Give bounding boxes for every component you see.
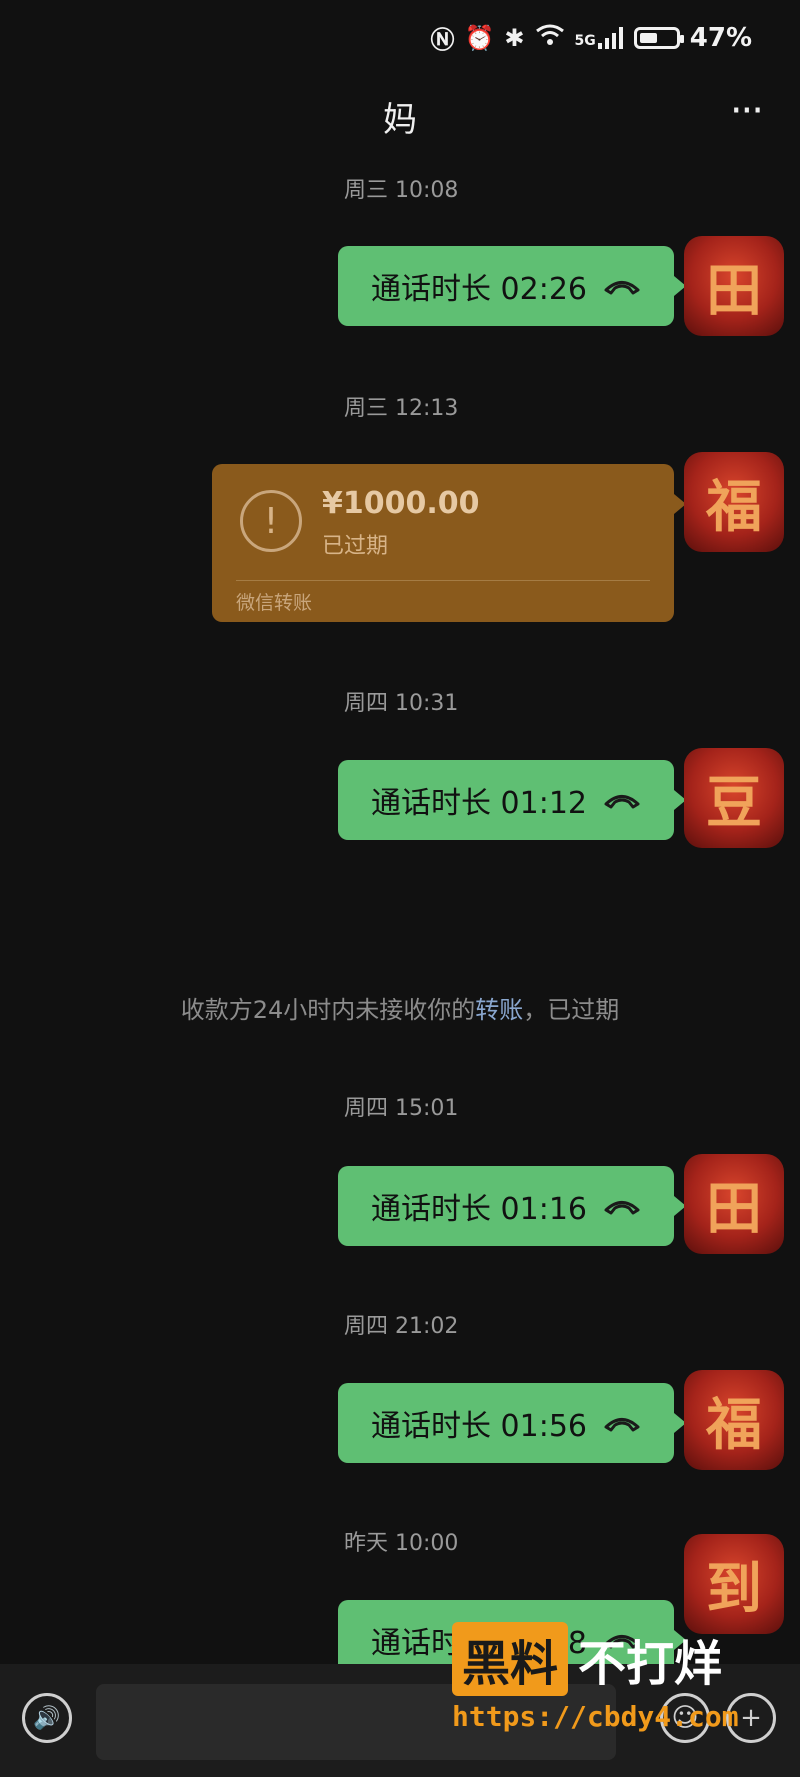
system-message-text: 收款方24小时内未接收你的 [180, 996, 476, 1024]
avatar[interactable]: 福 [684, 452, 784, 552]
phone-hangup-icon [603, 277, 641, 295]
avatar[interactable]: 豆 [684, 748, 784, 848]
alarm-icon: ⏰ [464, 23, 495, 52]
battery-icon [633, 26, 684, 49]
transfer-status: 已过期 [322, 534, 389, 559]
5g-signal-icon: 5G [574, 26, 624, 49]
divider [236, 580, 650, 581]
watermark-url: https://cbdy4.com [452, 1700, 739, 1733]
watermark-box-text: 黑料 [452, 1622, 569, 1696]
call-duration-text: 通话时长 01:12 [371, 786, 587, 821]
message-timestamp: 周三 10:08 [344, 178, 459, 203]
voice-icon: 🔊 [33, 1705, 61, 1731]
call-record-bubble[interactable]: 通话时长 01:16 [338, 1166, 686, 1246]
network-type: 5G [574, 32, 596, 49]
avatar[interactable]: 田 [684, 1154, 784, 1254]
status-bar: Ⓝ ⏰ ✱ 5G 47% [431, 20, 752, 55]
system-message-suffix: ，已过期 [523, 996, 620, 1024]
call-record-bubble[interactable]: 通话时长 02:26 [338, 246, 686, 326]
message-timestamp: 昨天 10:00 [344, 1531, 459, 1556]
bluetooth-icon: ✱ [504, 23, 525, 52]
call-duration-text: 通话时长 02:26 [371, 272, 587, 307]
system-message: 收款方24小时内未接收你的转账，已过期 [0, 990, 800, 1025]
call-record-bubble[interactable]: 通话时长 01:12 [338, 760, 686, 840]
transfer-brand-label: 微信转账 [236, 592, 313, 614]
call-record-bubble[interactable]: 通话时长 01:56 [338, 1383, 686, 1463]
phone-hangup-icon [603, 791, 641, 809]
phone-hangup-icon [603, 1197, 641, 1215]
battery-percent: 47% [689, 22, 752, 53]
nfc-icon: Ⓝ [430, 26, 455, 54]
message-timestamp: 周四 10:31 [344, 691, 459, 716]
transfer-card[interactable]: ! ¥1000.00 已过期 微信转账 [212, 464, 686, 622]
message-timestamp: 周三 12:13 [344, 396, 459, 421]
wifi-icon [535, 23, 565, 53]
more-menu-button[interactable]: ··· [730, 88, 764, 134]
message-timestamp: 周四 15:01 [344, 1096, 459, 1121]
phone-hangup-icon [603, 1414, 641, 1432]
watermark: 黑料 不打烊 https://cbdy4.com [452, 1622, 772, 1733]
avatar[interactable]: 到 [684, 1534, 784, 1634]
call-duration-text: 通话时长 01:56 [371, 1409, 587, 1444]
avatar[interactable]: 福 [684, 1370, 784, 1470]
voice-input-button[interactable]: 🔊 [22, 1693, 72, 1743]
avatar[interactable]: 田 [684, 236, 784, 336]
watermark-text: 不打烊 [578, 1636, 723, 1692]
call-duration-text: 通话时长 01:16 [371, 1192, 587, 1227]
warning-icon: ! [240, 490, 302, 552]
message-timestamp: 周四 21:02 [344, 1314, 459, 1339]
transfer-link[interactable]: 转账 [475, 996, 523, 1024]
chat-title: 妈 [383, 100, 417, 140]
transfer-amount: ¥1000.00 [322, 486, 480, 521]
